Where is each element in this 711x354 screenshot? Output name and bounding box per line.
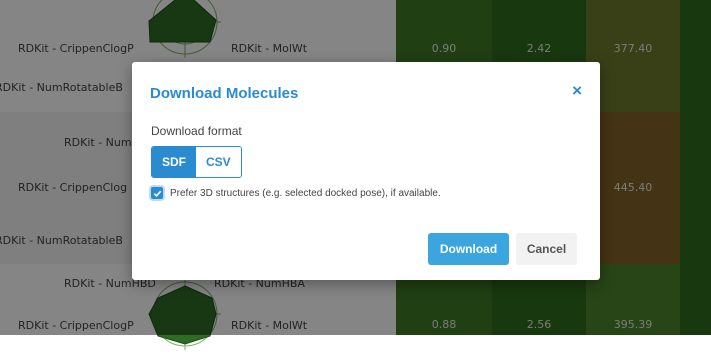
download-button[interactable]: Download — [428, 233, 509, 265]
format-csv-button[interactable]: CSV — [196, 147, 241, 177]
checkmark-icon — [153, 190, 161, 197]
download-format-label: Download format — [151, 124, 242, 138]
dialog-title: Download Molecules — [150, 85, 299, 102]
format-sdf-button[interactable]: SDF — [152, 147, 196, 177]
prefer-3d-label: Prefer 3D structures (e.g. selected dock… — [170, 187, 441, 199]
prefer-3d-checkbox[interactable] — [151, 187, 163, 199]
close-icon[interactable]: × — [572, 82, 582, 100]
cancel-button[interactable]: Cancel — [516, 233, 577, 265]
download-molecules-dialog: Download Molecules × Download format SDF… — [132, 62, 600, 280]
prefer-3d-option: Prefer 3D structures (e.g. selected dock… — [151, 187, 441, 199]
format-toggle: SDF CSV — [151, 146, 242, 178]
